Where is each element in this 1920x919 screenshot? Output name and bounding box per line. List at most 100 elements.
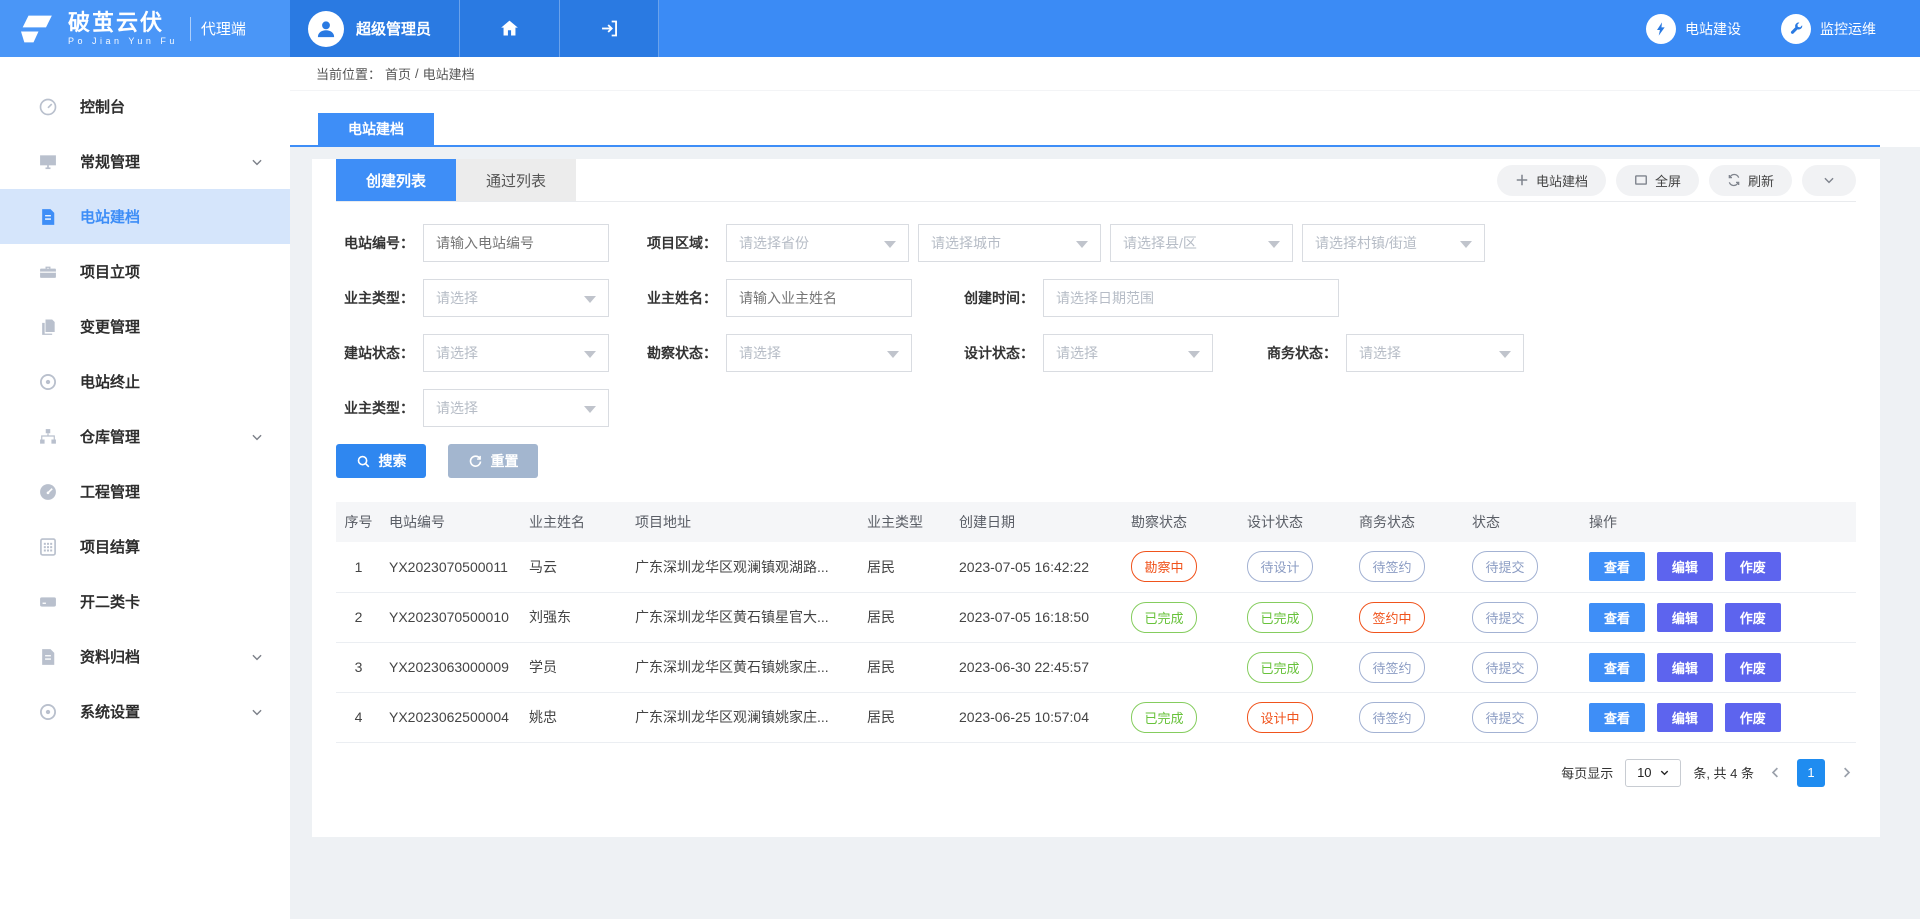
table-row: 4 YX2023062500004 姚忠 广东深圳龙华区观澜镇姚家庄... 居民… (336, 692, 1856, 742)
refresh-button[interactable]: 刷新 (1709, 165, 1792, 196)
cell-station-no: YX2023070500011 (381, 542, 521, 592)
station-no-input[interactable] (423, 224, 609, 262)
county-select[interactable]: 请选择县/区 (1110, 224, 1293, 262)
sidebar-item-open-type2-card[interactable]: 开二类卡 (0, 574, 290, 629)
next-page-button[interactable] (1837, 765, 1856, 780)
page-number-button[interactable]: 1 (1797, 759, 1825, 787)
table-row: 2 YX2023070500010 刘强东 广东深圳龙华区黄石镇星官大... 居… (336, 592, 1856, 642)
design-status-select[interactable]: 请选择 (1043, 334, 1213, 372)
fullscreen-button[interactable]: 全屏 (1616, 165, 1699, 196)
exit-icon (599, 18, 620, 39)
sidebar-item-label: 开二类卡 (80, 591, 140, 612)
per-page-select[interactable]: 10 (1625, 759, 1681, 787)
col-header-address: 项目地址 (627, 502, 859, 542)
build-status-select[interactable]: 请选择 (423, 334, 609, 372)
reset-button[interactable]: 重置 (448, 444, 538, 478)
view-button[interactable]: 查看 (1589, 653, 1645, 682)
search-icon (356, 454, 371, 469)
void-button[interactable]: 作废 (1725, 703, 1781, 732)
button-label: 电站建档 (1536, 171, 1588, 190)
province-select[interactable]: 请选择省份 (726, 224, 909, 262)
sidebar-item-console[interactable]: 控制台 (0, 79, 290, 134)
view-button[interactable]: 查看 (1589, 703, 1645, 732)
sidebar-item-station-termination[interactable]: 电站终止 (0, 354, 290, 409)
edit-button[interactable]: 编辑 (1657, 552, 1713, 581)
nav-monitoring-ops[interactable]: 监控运维 (1781, 14, 1876, 44)
brand-name: 破茧云伏 (68, 11, 178, 35)
button-label: 重置 (491, 451, 519, 471)
business-status-select[interactable]: 请选择 (1346, 334, 1524, 372)
chevron-down-icon (250, 155, 264, 169)
sidebar-item-warehouse-mgmt[interactable]: 仓库管理 (0, 409, 290, 464)
view-button[interactable]: 查看 (1589, 603, 1645, 632)
create-station-button[interactable]: 电站建档 (1497, 165, 1606, 196)
page-tab-station-archive[interactable]: 电站建档 (318, 113, 434, 145)
sidebar-item-label: 项目结算 (80, 536, 140, 557)
sidebar-item-system-settings[interactable]: 系统设置 (0, 684, 290, 739)
search-row: 搜索 重置 (336, 444, 1856, 482)
col-header-type: 业主类型 (859, 502, 951, 542)
user-menu[interactable]: 超级管理员 (290, 0, 459, 57)
breadcrumb-home-link[interactable]: 首页 (385, 64, 411, 83)
survey-status-select[interactable]: 请选择 (726, 334, 912, 372)
survey-status-badge: 勘察中 (1131, 551, 1197, 582)
breadcrumb-current: 电站建档 (423, 64, 475, 83)
nav-station-construction[interactable]: 电站建设 (1646, 14, 1741, 44)
tab-passed-list[interactable]: 通过列表 (456, 159, 576, 201)
sidebar: 控制台 常规管理 电站建档 项目立项 变更管理 电站终止 仓库管理 (0, 57, 290, 919)
table-header-row: 序号 电站编号 业主姓名 项目地址 业主类型 创建日期 勘察状态 设计状态 商务… (336, 502, 1856, 542)
void-button[interactable]: 作废 (1725, 552, 1781, 581)
cell-created: 2023-07-05 16:42:22 (951, 542, 1123, 592)
sidebar-item-project-settlement[interactable]: 项目结算 (0, 519, 290, 574)
prev-page-button[interactable] (1766, 765, 1785, 780)
edit-button[interactable]: 编辑 (1657, 703, 1713, 732)
col-header-no: 序号 (336, 502, 381, 542)
fullscreen-icon (1634, 173, 1648, 187)
owner-type2-select[interactable]: 请选择 (423, 389, 609, 427)
business-status-badge: 待签约 (1359, 551, 1425, 582)
void-button[interactable]: 作废 (1725, 653, 1781, 682)
archive-document-icon (38, 647, 58, 667)
region-label: 项目区域： (639, 233, 717, 253)
app-header: 破茧云伏 Po Jian Yun Fu 代理端 超级管理员 (0, 0, 1920, 57)
edit-button[interactable]: 编辑 (1657, 653, 1713, 682)
page-tab-strip: 电站建档 (290, 91, 1920, 147)
sidebar-item-change-mgmt[interactable]: 变更管理 (0, 299, 290, 354)
town-select[interactable]: 请选择村镇/街道 (1302, 224, 1485, 262)
collapse-toolbar-button[interactable] (1802, 165, 1856, 196)
sidebar-item-data-archive[interactable]: 资料归档 (0, 629, 290, 684)
void-button[interactable]: 作废 (1725, 603, 1781, 632)
sidebar-item-project-setup[interactable]: 项目立项 (0, 244, 290, 299)
copy-files-icon (38, 317, 58, 337)
cell-type: 居民 (859, 642, 951, 692)
cell-address: 广东深圳龙华区观澜镇观湖路... (627, 542, 859, 592)
logout-button[interactable] (559, 0, 659, 57)
status-badge: 待提交 (1472, 652, 1538, 683)
cell-created: 2023-06-25 10:57:04 (951, 692, 1123, 742)
target-icon (38, 372, 58, 392)
view-button[interactable]: 查看 (1589, 552, 1645, 581)
filter-row-3: 建站状态： 请选择 勘察状态： 请选择 设计状态： 请选择 商务状态： 请选择 (336, 334, 1856, 372)
content-area: 当前位置： 首页 / 电站建档 电站建档 创建列表 通过列表 电站建档 (290, 57, 1920, 919)
sidebar-item-engineering-mgmt[interactable]: 工程管理 (0, 464, 290, 519)
owner-name-input[interactable] (726, 279, 912, 317)
sidebar-item-label: 系统设置 (80, 701, 140, 722)
owner-type-select[interactable]: 请选择 (423, 279, 609, 317)
business-status-badge: 待签约 (1359, 652, 1425, 683)
business-status-label: 商务状态： (1259, 343, 1337, 363)
filter-row-4: 业主类型： 请选择 (336, 389, 1856, 427)
sitemap-icon (38, 427, 58, 447)
breadcrumb-prefix: 当前位置： (316, 64, 381, 83)
cell-owner: 马云 (521, 542, 627, 592)
edit-button[interactable]: 编辑 (1657, 603, 1713, 632)
header-user-band: 超级管理员 (290, 0, 659, 57)
briefcase-icon (38, 262, 58, 282)
home-button[interactable] (459, 0, 559, 57)
sidebar-item-station-archive[interactable]: 电站建档 (0, 189, 290, 244)
search-button[interactable]: 搜索 (336, 444, 426, 478)
tab-create-list[interactable]: 创建列表 (336, 159, 456, 201)
survey-status-label: 勘察状态： (639, 343, 717, 363)
date-range-input[interactable]: 请选择日期范围 (1043, 279, 1339, 317)
city-select[interactable]: 请选择城市 (918, 224, 1101, 262)
sidebar-item-general-mgmt[interactable]: 常规管理 (0, 134, 290, 189)
